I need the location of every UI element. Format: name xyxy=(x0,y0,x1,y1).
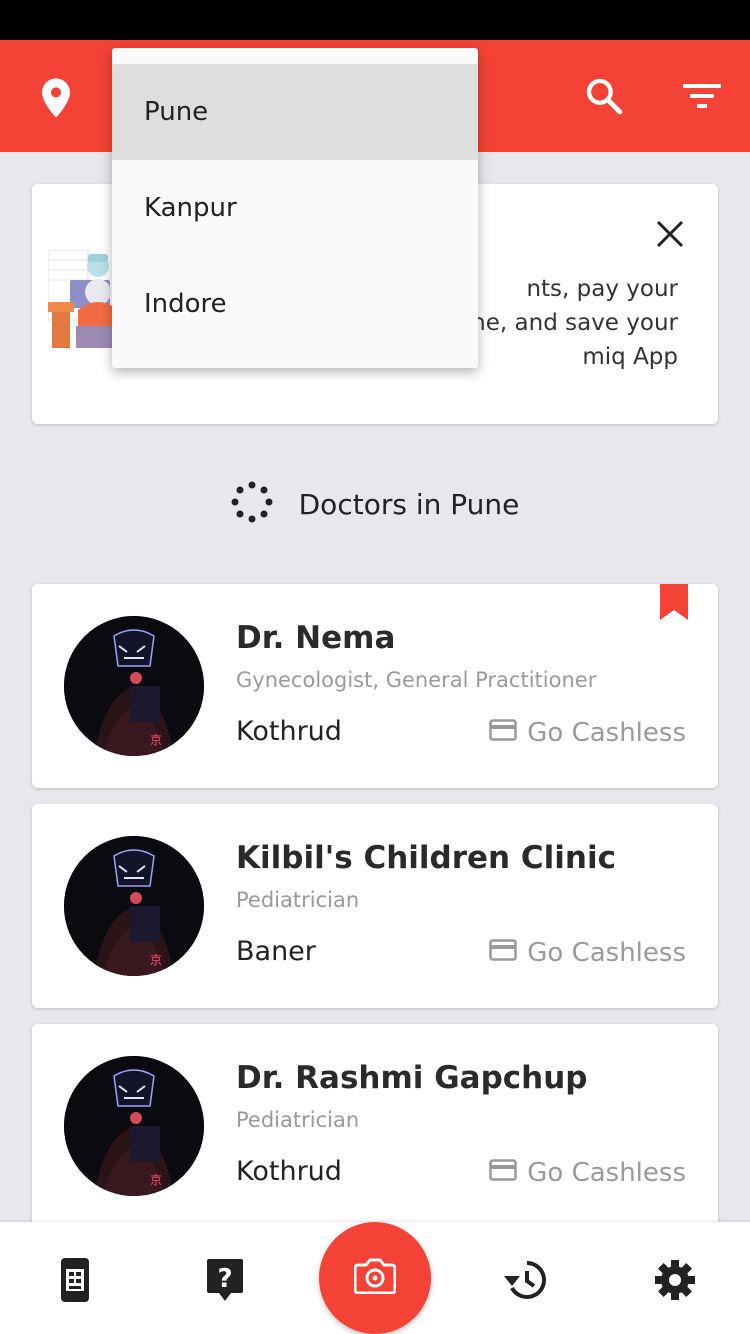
doctor-name: Dr. Rashmi Gapchup xyxy=(236,1060,588,1096)
doctor-specialty: Pediatrician xyxy=(236,888,360,912)
doctor-card[interactable]: 京 Dr. Nema Gynecologist, General Practit… xyxy=(32,584,718,788)
credit-card-icon xyxy=(489,938,517,968)
avatar: 京 xyxy=(64,836,204,976)
bookmark-icon[interactable] xyxy=(660,584,688,620)
city-option-indore[interactable]: Indore xyxy=(112,256,478,352)
avatar: 京 xyxy=(64,616,204,756)
city-dropdown-menu[interactable]: Pune Kanpur Indore xyxy=(112,48,478,368)
cashless-label: Go Cashless xyxy=(527,1158,686,1188)
cashless-badge: Go Cashless xyxy=(489,1158,686,1188)
city-option-kanpur[interactable]: Kanpur xyxy=(112,160,478,256)
filter-icon[interactable] xyxy=(670,64,734,128)
doctor-area: Baner xyxy=(236,936,316,967)
svg-text:京: 京 xyxy=(150,953,162,967)
svg-text:京: 京 xyxy=(150,733,162,747)
status-bar xyxy=(0,0,750,40)
help-icon[interactable]: ? xyxy=(197,1252,253,1308)
cashless-badge: Go Cashless xyxy=(489,718,686,748)
close-icon[interactable] xyxy=(648,212,692,256)
section-header: Doctors in Pune xyxy=(0,478,750,530)
cashless-badge: Go Cashless xyxy=(489,938,686,968)
camera-button[interactable] xyxy=(319,1222,431,1334)
card-icon[interactable] xyxy=(47,1252,103,1308)
loading-spinner-icon xyxy=(231,481,273,527)
location-pin-icon[interactable] xyxy=(24,66,88,130)
doctor-area: Kothrud xyxy=(236,716,342,747)
doctor-card[interactable]: 京 Dr. Rashmi Gapchup Pediatrician Kothru… xyxy=(32,1024,718,1228)
city-option-pune[interactable]: Pune xyxy=(112,64,478,160)
doctor-name: Kilbil's Children Clinic xyxy=(236,840,616,876)
credit-card-icon xyxy=(489,1158,517,1188)
doctor-name: Dr. Nema xyxy=(236,620,396,656)
avatar: 京 xyxy=(64,1056,204,1196)
doctor-card[interactable]: 京 Kilbil's Children Clinic Pediatrician … xyxy=(32,804,718,1008)
credit-card-icon xyxy=(489,718,517,748)
svg-text:京: 京 xyxy=(150,1173,162,1187)
search-icon[interactable] xyxy=(572,64,636,128)
cashless-label: Go Cashless xyxy=(527,938,686,968)
camera-icon xyxy=(353,1258,397,1298)
cashless-label: Go Cashless xyxy=(527,718,686,748)
doctor-specialty: Pediatrician xyxy=(236,1108,360,1132)
svg-text:?: ? xyxy=(217,1264,232,1294)
doctor-specialty: Gynecologist, General Practitioner xyxy=(236,668,597,692)
section-title: Doctors in Pune xyxy=(298,487,520,521)
history-icon[interactable] xyxy=(497,1252,553,1308)
doctor-area: Kothrud xyxy=(236,1156,342,1187)
settings-icon[interactable] xyxy=(647,1252,703,1308)
